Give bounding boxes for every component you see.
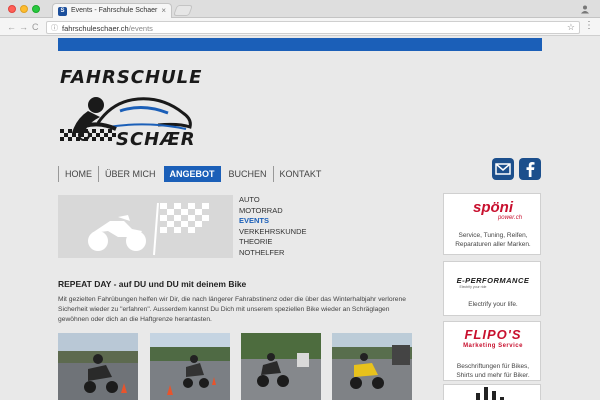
subnav-theorie[interactable]: THEORIE [239,237,307,248]
logo-text-top: FAHRSCHULE [60,67,203,88]
event-photo-image [150,333,230,400]
article-body: Mit gezielten Fahrübungen helfen wir Dir… [58,296,406,323]
back-button[interactable]: ← [7,21,16,33]
window-minimize-button[interactable] [20,5,28,13]
sponsor-logo-bars-icon [476,387,504,400]
event-photo[interactable] [150,333,230,400]
sponsor-ad-e-performance[interactable]: E-PERFORMANCE Electrify your ride Electr… [443,261,541,316]
subnav-events[interactable]: EVENTS [239,216,307,227]
address-url: fahrschuleschaer.ch/events [62,24,153,33]
browser-toolbar: ← → C ⓘ fahrschuleschaer.ch/events ☆ ⋮ [0,18,600,36]
event-photo[interactable] [332,333,412,400]
article-title: REPEAT DAY - auf DU und DU mit deinem Bi… [58,279,247,289]
sponsor-ad-bars[interactable] [443,384,541,400]
forward-button[interactable]: → [19,21,28,33]
sponsor-ad-spoeni[interactable]: spöni power.ch Service, Tuning, Reifen, … [443,193,541,255]
mail-button[interactable] [492,158,514,180]
reload-button[interactable]: C [32,21,39,33]
motorbike-flag-icon [88,202,209,256]
sponsor-ad-flipos[interactable]: FLIPO'S Marketing Service Beschriftungen… [443,321,541,381]
window-maximize-button[interactable] [32,5,40,13]
event-photo[interactable] [58,333,138,400]
logo-text-bottom: SCHÆR [116,129,196,150]
sponsor-logo-e-performance: E-PERFORMANCE Electrify your ride [444,276,542,290]
header-accent-bar [58,38,542,51]
tab-close-icon[interactable]: × [161,6,166,15]
event-photo[interactable] [241,333,321,400]
event-photo-image [241,333,321,400]
subnav-nothelfer[interactable]: NOTHELFER [239,248,307,259]
hero-banner-image [58,195,233,258]
url-path: /events [128,24,153,33]
site-info-icon[interactable]: ⓘ [51,23,58,33]
address-bar[interactable]: ⓘ fahrschuleschaer.ch/events ☆ [46,21,580,34]
event-photo-image [58,333,138,400]
mail-icon [495,163,511,175]
new-tab-button[interactable] [172,5,194,16]
nav-kontakt[interactable]: KONTAKT [272,166,328,182]
nav-angebot[interactable]: ANGEBOT [163,166,221,182]
sponsor-logo-main: FLIPO'S [464,327,522,342]
url-host: fahrschuleschaer.ch [62,24,129,33]
event-photo-image [332,333,412,400]
main-navigation: HOME ÜBER MICH ANGEBOT BUCHEN KONTAKT [58,166,327,182]
facebook-button[interactable] [519,158,541,180]
browser-tab-active[interactable]: S Events - Fahrschule Schaer × [52,3,172,19]
site-logo[interactable]: FAHRSCHULE SCHÆR [58,67,201,152]
sub-navigation: AUTO MOTORRAD EVENTS VERKEHRSKUNDE THEOR… [239,195,307,258]
sponsor-logo-sub: Marketing Service [463,343,523,349]
browser-tab-bar: S Events - Fahrschule Schaer × [0,0,600,19]
nav-ueber-mich[interactable]: ÜBER MICH [98,166,162,182]
subnav-verkehrskunde[interactable]: VERKEHRSKUNDE [239,227,307,238]
sponsor-logo-spoeni: spöni power.ch [444,200,542,222]
profile-icon[interactable] [580,4,590,14]
sponsor-logo-main: spöni [473,199,513,216]
tab-title: Events - Fahrschule Schaer [71,7,158,14]
page-viewport: FAHRSCHULE SCHÆR HOME ÜBER MICH ANGEBOT … [0,37,600,400]
window-close-button[interactable] [8,5,16,13]
sponsor-logo-sub: power.ch [497,215,523,221]
facebook-icon [526,162,535,177]
bookmark-star-icon[interactable]: ☆ [567,22,575,33]
sponsor-logo-main: E-PERFORMANCE [456,276,530,285]
nav-buchen[interactable]: BUCHEN [223,166,273,182]
browser-menu-icon[interactable]: ⋮ [584,21,594,31]
site-favicon-icon: S [58,7,67,16]
sponsor-text: Electrify your life. [468,301,518,308]
sponsor-logo-sub: Electrify your ride [459,285,487,289]
subnav-auto[interactable]: AUTO [239,195,307,206]
sponsor-text: Beschriftungen für Bikes, Shirts und meh… [456,363,530,379]
sponsor-text: Service, Tuning, Reifen, Reparaturen all… [455,232,531,248]
subnav-motorrad[interactable]: MOTORRAD [239,206,307,217]
sponsor-logo-flipos: FLIPO'S Marketing Service [444,328,542,350]
nav-home[interactable]: HOME [58,166,98,182]
